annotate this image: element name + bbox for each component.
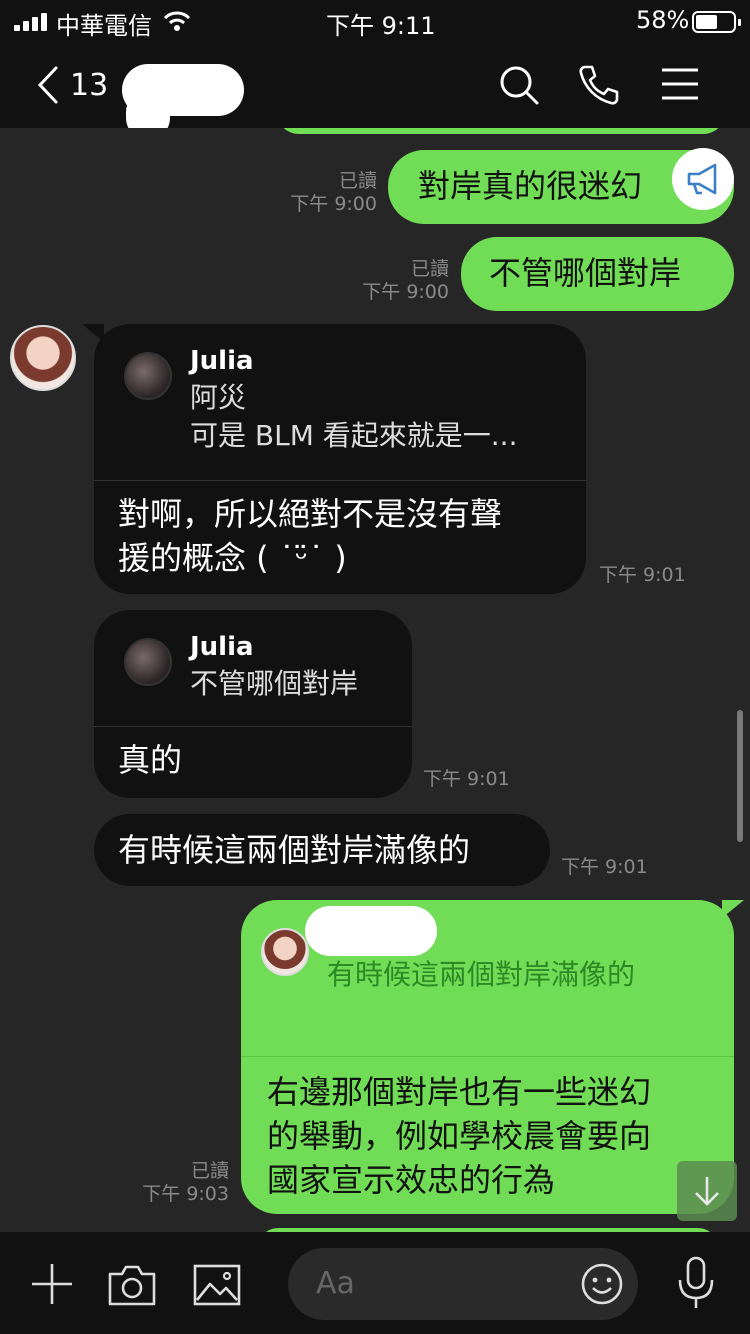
quoted-avatar bbox=[124, 638, 172, 686]
message-text: 右邊那個對岸也有一些迷幻 的舉動，例如學校晨會要向 國家宣示效忠的行為 bbox=[267, 1073, 652, 1199]
sent-reply-bubble[interactable]: 有時候這兩個對岸滿像的 右邊那個對岸也有一些迷幻 的舉動，例如學校晨會要向 國家… bbox=[241, 900, 734, 1214]
quoted-sender: Julia bbox=[190, 346, 254, 376]
chat-area[interactable]: 已讀 下午 9:00 對岸真的很迷幻 已讀 下午 9:00 不管哪個對岸 Jul… bbox=[0, 128, 750, 1232]
message-text: 對岸真的很迷幻 bbox=[418, 167, 643, 205]
megaphone-icon bbox=[687, 163, 717, 195]
message-meta: 已讀 下午 9:03 bbox=[100, 1160, 229, 1206]
quoted-avatar bbox=[124, 352, 172, 400]
read-receipt: 已讀 bbox=[410, 258, 449, 280]
previous-message-bubble[interactable] bbox=[276, 128, 726, 134]
search-icon[interactable] bbox=[496, 62, 542, 108]
message-time: 下午 9:01 bbox=[561, 856, 648, 878]
quoted-text: 不管哪個對岸 bbox=[190, 667, 359, 700]
quoted-text: 阿災 bbox=[190, 381, 247, 414]
announcement-button[interactable] bbox=[672, 148, 734, 210]
unread-count: 13 bbox=[70, 67, 109, 103]
contact-avatar[interactable] bbox=[10, 325, 76, 391]
chat-header: 13 bbox=[0, 42, 750, 140]
status-bar: 中華電信 下午 9:11 58% bbox=[0, 0, 750, 42]
plus-icon[interactable] bbox=[28, 1260, 76, 1308]
quoted-sender: Julia bbox=[190, 632, 254, 662]
arrow-down-icon bbox=[695, 1177, 719, 1206]
message-text: 不管哪個對岸 bbox=[489, 254, 682, 292]
chevron-left-icon bbox=[37, 66, 58, 104]
message-meta: 已讀 下午 9:00 bbox=[320, 258, 449, 304]
message-meta: 已讀 下午 9:00 bbox=[250, 170, 377, 216]
signal-icon bbox=[14, 13, 48, 31]
message-text: 真的 bbox=[118, 741, 183, 779]
menu-icon[interactable] bbox=[658, 62, 704, 108]
input-bar: Aa bbox=[0, 1232, 750, 1334]
sent-message-bubble[interactable]: 不管哪個對岸 bbox=[461, 237, 734, 311]
message-input-placeholder: Aa bbox=[316, 1266, 355, 1301]
received-message-bubble[interactable]: 有時候這兩個對岸滿像的 bbox=[94, 814, 550, 886]
received-reply-bubble[interactable]: Julia 不管哪個對岸 真的 bbox=[94, 610, 412, 798]
phone-icon[interactable] bbox=[576, 62, 622, 108]
quote-divider bbox=[241, 1056, 734, 1057]
microphone-icon[interactable] bbox=[674, 1254, 718, 1312]
message-time: 下午 9:01 bbox=[423, 768, 510, 790]
quote-divider bbox=[94, 726, 412, 727]
battery-percent: 58% bbox=[636, 6, 690, 34]
received-reply-bubble[interactable]: Julia 阿災 可是 BLM 看起來就是一... 對啊，所以絕對不是沒有聲 援… bbox=[94, 324, 586, 594]
clock: 下午 9:11 bbox=[326, 12, 436, 40]
quoted-text: 有時候這兩個對岸滿像的 bbox=[327, 958, 636, 991]
carrier-label: 中華電信 bbox=[56, 12, 152, 40]
message-time: 下午 9:00 bbox=[362, 281, 449, 303]
wifi-icon bbox=[163, 11, 191, 31]
read-receipt: 已讀 bbox=[338, 170, 377, 192]
camera-icon[interactable] bbox=[106, 1262, 158, 1308]
read-receipt: 已讀 bbox=[190, 1160, 229, 1182]
redacted-quoted-name bbox=[305, 906, 437, 956]
message-input[interactable]: Aa bbox=[288, 1248, 638, 1320]
back-button[interactable]: 13 bbox=[36, 60, 116, 110]
battery-icon bbox=[692, 11, 741, 33]
scrollbar[interactable] bbox=[737, 710, 743, 842]
image-icon[interactable] bbox=[192, 1262, 242, 1308]
quote-divider bbox=[94, 480, 586, 481]
scroll-to-bottom-button[interactable] bbox=[677, 1161, 737, 1221]
emoji-icon[interactable] bbox=[580, 1262, 624, 1306]
message-time: 下午 9:01 bbox=[599, 564, 686, 586]
quoted-text: 可是 BLM 看起來就是一... bbox=[190, 419, 518, 452]
message-time: 下午 9:03 bbox=[142, 1183, 229, 1205]
message-text: 對啊，所以絕對不是沒有聲 援的概念 ( ˙ᵕ̈˙ ) bbox=[118, 495, 503, 577]
quoted-avatar bbox=[261, 928, 309, 976]
message-text: 有時候這兩個對岸滿像的 bbox=[118, 831, 471, 869]
message-time: 下午 9:00 bbox=[290, 193, 377, 215]
